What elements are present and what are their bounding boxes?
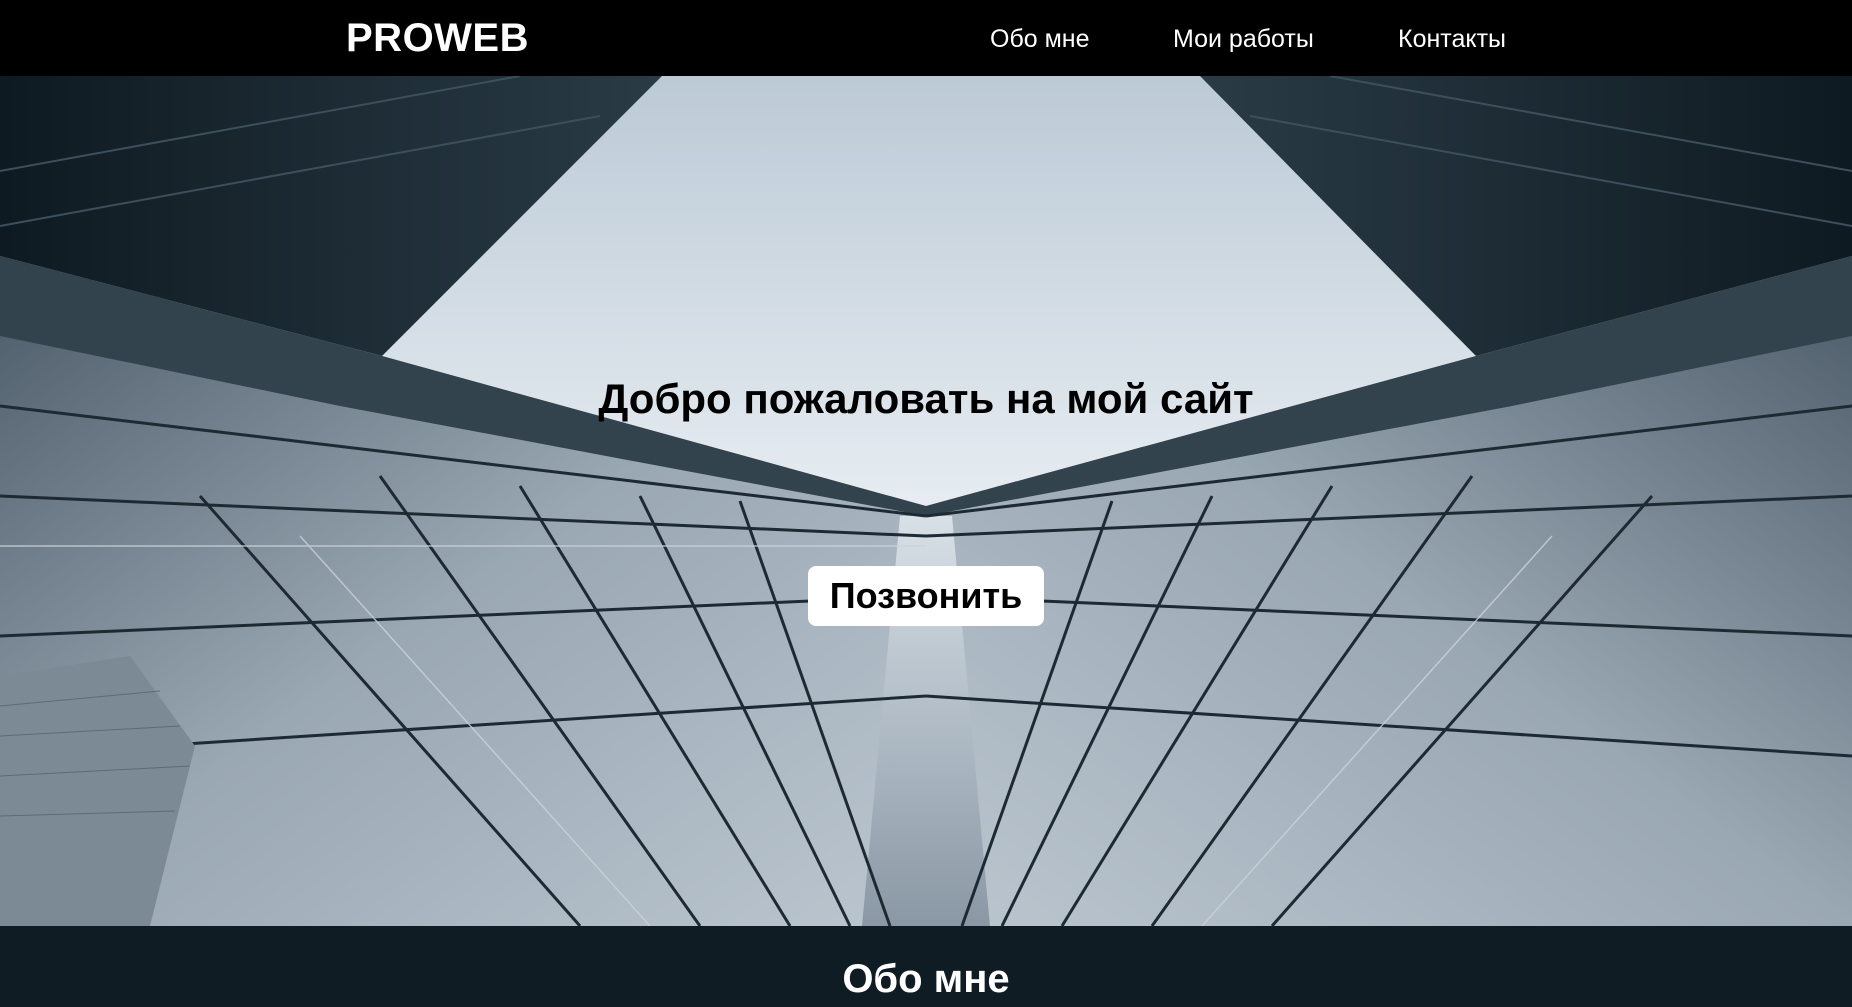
nav-link-contacts[interactable]: Контакты xyxy=(1398,24,1506,54)
nav-link-works[interactable]: Мои работы xyxy=(1173,24,1314,54)
site-header: PROWEB Обо мне Мои работы Контакты xyxy=(0,0,1852,76)
about-section: Обо мне xyxy=(0,926,1852,1007)
nav-link-about[interactable]: Обо мне xyxy=(990,24,1090,54)
site-logo[interactable]: PROWEB xyxy=(346,14,529,62)
hero-section: Добро пожаловать на мой сайт Позвонить xyxy=(0,76,1852,926)
about-section-title: Обо мне xyxy=(842,957,1010,1001)
hero-background-image xyxy=(0,76,1852,926)
hero-title: Добро пожаловать на мой сайт xyxy=(598,375,1254,422)
call-button[interactable]: Позвонить xyxy=(808,566,1044,626)
